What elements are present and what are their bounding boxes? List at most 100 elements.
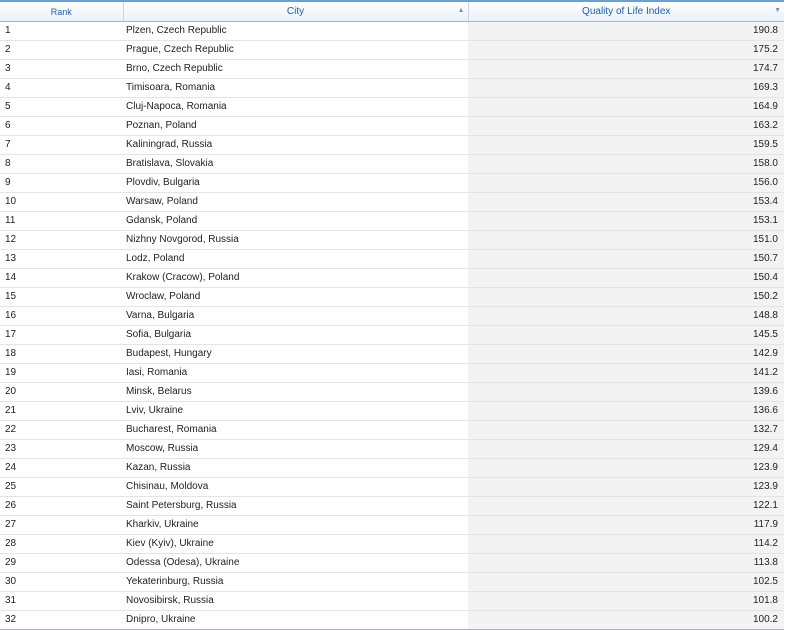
- table-row: 8 Bratislava, Slovakia 158.0: [0, 154, 784, 174]
- quality-of-life-index-cell: 114.2: [468, 534, 784, 554]
- city-cell: Odessa (Odesa), Ukraine: [123, 553, 468, 573]
- quality-of-life-index-cell: 123.9: [468, 477, 784, 497]
- rank-cell: 3: [0, 59, 123, 79]
- table-header-row: Rank City ▲ Quality of Life Index ▼: [0, 2, 784, 22]
- quality-of-life-index-cell: 153.4: [468, 192, 784, 212]
- quality-of-life-index-cell: 132.7: [468, 420, 784, 440]
- quality-of-life-index-cell: 102.5: [468, 572, 784, 592]
- table-header: Rank City ▲ Quality of Life Index ▼: [0, 2, 784, 22]
- rank-cell: 12: [0, 230, 123, 250]
- table-row: 23 Moscow, Russia 129.4: [0, 439, 784, 459]
- rank-cell: 10: [0, 192, 123, 212]
- rank-cell: 23: [0, 439, 123, 459]
- rank-cell: 4: [0, 78, 123, 98]
- table-row: 14 Krakow (Cracow), Poland 150.4: [0, 268, 784, 288]
- quality-of-life-index-cell: 139.6: [468, 382, 784, 402]
- table-row: 7 Kaliningrad, Russia 159.5: [0, 135, 784, 155]
- city-cell: Kazan, Russia: [123, 458, 468, 478]
- rank-cell: 2: [0, 40, 123, 60]
- table-row: 22 Bucharest, Romania 132.7: [0, 420, 784, 440]
- quality-of-life-index-cell: 169.3: [468, 78, 784, 98]
- rank-cell: 17: [0, 325, 123, 345]
- city-cell: Moscow, Russia: [123, 439, 468, 459]
- quality-of-life-index-cell: 151.0: [468, 230, 784, 250]
- rank-cell: 24: [0, 458, 123, 478]
- city-cell: Budapest, Hungary: [123, 344, 468, 364]
- city-cell: Saint Petersburg, Russia: [123, 496, 468, 516]
- city-cell: Lviv, Ukraine: [123, 401, 468, 421]
- table-row: 24 Kazan, Russia 123.9: [0, 458, 784, 478]
- column-header-city[interactable]: City ▲: [123, 2, 469, 22]
- rank-cell: 5: [0, 97, 123, 117]
- quality-of-life-index-cell: 123.9: [468, 458, 784, 478]
- column-header-rank-label: Rank: [50, 6, 72, 17]
- rank-cell: 22: [0, 420, 123, 440]
- city-cell: Poznan, Poland: [123, 116, 468, 136]
- table-row: 12 Nizhny Novgorod, Russia 151.0: [0, 230, 784, 250]
- city-cell: Lodz, Poland: [123, 249, 468, 269]
- table-row: 10 Warsaw, Poland 153.4: [0, 192, 784, 212]
- rank-cell: 32: [0, 610, 123, 630]
- city-cell: Yekaterinburg, Russia: [123, 572, 468, 592]
- city-cell: Cluj-Napoca, Romania: [123, 97, 468, 117]
- city-cell: Nizhny Novgorod, Russia: [123, 230, 468, 250]
- rank-cell: 7: [0, 135, 123, 155]
- quality-of-life-index-cell: 117.9: [468, 515, 784, 535]
- rank-cell: 27: [0, 515, 123, 535]
- city-cell: Krakow (Cracow), Poland: [123, 268, 468, 288]
- rank-cell: 28: [0, 534, 123, 554]
- city-cell: Dnipro, Ukraine: [123, 610, 468, 630]
- rank-cell: 30: [0, 572, 123, 592]
- city-cell: Chisinau, Moldova: [123, 477, 468, 497]
- table-row: 25 Chisinau, Moldova 123.9: [0, 477, 784, 497]
- city-cell: Gdansk, Poland: [123, 211, 468, 231]
- rank-cell: 29: [0, 553, 123, 573]
- city-cell: Sofia, Bulgaria: [123, 325, 468, 345]
- city-cell: Bratislava, Slovakia: [123, 154, 468, 174]
- rank-cell: 20: [0, 382, 123, 402]
- city-cell: Bucharest, Romania: [123, 420, 468, 440]
- table-row: 19 Iasi, Romania 141.2: [0, 363, 784, 383]
- table-row: 1 Plzen, Czech Republic 190.8: [0, 21, 784, 41]
- quality-of-life-index-cell: 145.5: [468, 325, 784, 345]
- quality-of-life-index-cell: 174.7: [468, 59, 784, 79]
- table-row: 4 Timisoara, Romania 169.3: [0, 78, 784, 98]
- city-cell: Brno, Czech Republic: [123, 59, 468, 79]
- city-cell: Timisoara, Romania: [123, 78, 468, 98]
- column-header-rank[interactable]: Rank: [0, 2, 124, 22]
- city-cell: Kharkiv, Ukraine: [123, 515, 468, 535]
- table-row: 31 Novosibirsk, Russia 101.8: [0, 591, 784, 611]
- city-cell: Novosibirsk, Russia: [123, 591, 468, 611]
- table-row: 15 Wroclaw, Poland 150.2: [0, 287, 784, 307]
- rank-cell: 14: [0, 268, 123, 288]
- rank-cell: 9: [0, 173, 123, 193]
- rank-cell: 18: [0, 344, 123, 364]
- table-row: 17 Sofia, Bulgaria 145.5: [0, 325, 784, 345]
- city-cell: Varna, Bulgaria: [123, 306, 468, 326]
- quality-of-life-index-cell: 158.0: [468, 154, 784, 174]
- rank-cell: 19: [0, 363, 123, 383]
- column-header-quality-of-life-index[interactable]: Quality of Life Index ▼: [468, 2, 784, 22]
- city-cell: Warsaw, Poland: [123, 192, 468, 212]
- quality-of-life-index-cell: 175.2: [468, 40, 784, 60]
- rank-cell: 8: [0, 154, 123, 174]
- quality-of-life-index-cell: 148.8: [468, 306, 784, 326]
- table-row: 26 Saint Petersburg, Russia 122.1: [0, 496, 784, 516]
- city-cell: Prague, Czech Republic: [123, 40, 468, 60]
- quality-of-life-index-cell: 164.9: [468, 97, 784, 117]
- quality-of-life-index-cell: 141.2: [468, 363, 784, 383]
- quality-of-life-index-cell: 159.5: [468, 135, 784, 155]
- rank-cell: 16: [0, 306, 123, 326]
- ranking-table-container: Rank City ▲ Quality of Life Index ▼ 1 Plz…: [0, 0, 784, 630]
- table-row: 16 Varna, Bulgaria 148.8: [0, 306, 784, 326]
- table-row: 20 Minsk, Belarus 139.6: [0, 382, 784, 402]
- table-row: 9 Plovdiv, Bulgaria 156.0: [0, 173, 784, 193]
- table-row: 27 Kharkiv, Ukraine 117.9: [0, 515, 784, 535]
- rank-cell: 1: [0, 21, 123, 41]
- quality-of-life-index-cell: 122.1: [468, 496, 784, 516]
- table-row: 13 Lodz, Poland 150.7: [0, 249, 784, 269]
- quality-of-life-index-cell: 100.2: [468, 610, 784, 630]
- city-cell: Plzen, Czech Republic: [123, 21, 468, 41]
- column-header-city-label: City: [286, 6, 305, 17]
- table-row: 6 Poznan, Poland 163.2: [0, 116, 784, 136]
